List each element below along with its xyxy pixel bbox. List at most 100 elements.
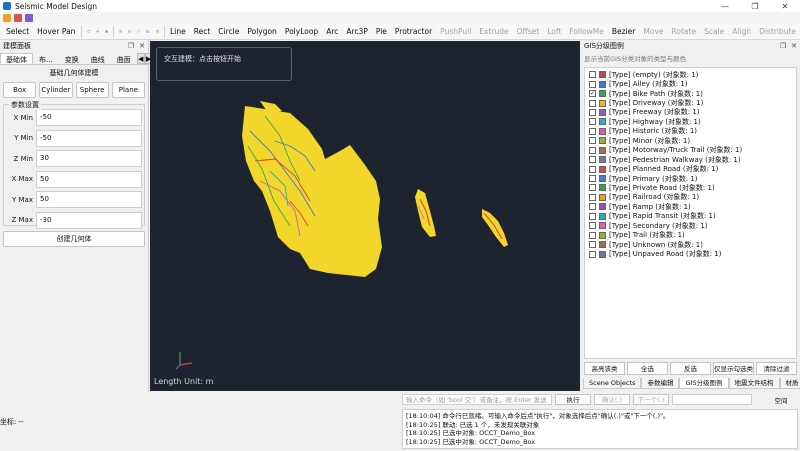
- legend-item[interactable]: [Type] Driveway (对象数: 1): [585, 98, 796, 107]
- plane-button[interactable]: Plane: [111, 82, 145, 98]
- confirm-button[interactable]: 确认(.): [594, 394, 630, 405]
- z-min-field[interactable]: 30: [36, 150, 142, 168]
- table-icon[interactable]: [128, 26, 131, 37]
- y-min-field[interactable]: -50: [36, 129, 142, 147]
- legend-checkbox[interactable]: [589, 175, 596, 183]
- legend-item[interactable]: [Type] Minor (对象数: 1): [585, 136, 796, 145]
- legend-checkbox[interactable]: [589, 193, 596, 201]
- box-icon[interactable]: [14, 14, 22, 22]
- legend-checkbox[interactable]: [589, 231, 596, 239]
- move-button[interactable]: Move: [639, 25, 667, 39]
- next-button[interactable]: 下一个(.): [633, 394, 669, 405]
- legend-item[interactable]: [Type] Railroad (对象数: 1): [585, 193, 796, 202]
- offset-button[interactable]: Offset: [513, 25, 544, 39]
- legend-item[interactable]: [Type] Rapid Transit (对象数: 1): [585, 212, 796, 221]
- clear-log-button[interactable]: 空间: [764, 395, 798, 405]
- select-all-button[interactable]: 全选: [627, 362, 668, 375]
- 3d-viewport[interactable]: 交互建模：点击按钮开始 Length Unit: m: [150, 41, 580, 391]
- gear-icon[interactable]: [96, 26, 99, 37]
- distribute-button[interactable]: Distribute: [755, 25, 800, 39]
- legend-item[interactable]: [Type] Unknown (对象数: 1): [585, 240, 796, 249]
- legend-checkbox[interactable]: [589, 222, 596, 230]
- rotate-icon[interactable]: [87, 26, 90, 37]
- legend-item[interactable]: [Type] Ramp (对象数: 1): [585, 202, 796, 211]
- legend-item[interactable]: [Type] Primary (对象数: 1): [585, 174, 796, 183]
- run-button[interactable]: 执行: [555, 394, 591, 405]
- float-panel-icon[interactable]: ❐: [780, 42, 786, 50]
- legend-checkbox[interactable]: [589, 127, 596, 135]
- select-tool-button[interactable]: Select: [2, 25, 33, 39]
- draw-tool-protractor[interactable]: Protractor: [391, 25, 436, 39]
- legend-item[interactable]: [Type] Planned Road (对象数: 1): [585, 164, 796, 173]
- show-checked-only-button[interactable]: 仅显示勾选类: [713, 362, 754, 375]
- invert-selection-button[interactable]: 反选: [670, 362, 711, 375]
- cube-icon[interactable]: [146, 26, 150, 37]
- float-panel-icon[interactable]: ❐: [128, 42, 134, 50]
- rotate-button[interactable]: Rotate: [668, 25, 701, 39]
- tab-boolean[interactable]: 布...: [33, 53, 59, 64]
- draw-tool-pie[interactable]: Pie: [372, 25, 391, 39]
- legend-item[interactable]: [Type] Freeway (对象数: 1): [585, 108, 796, 117]
- legend-checkbox[interactable]: [589, 99, 596, 107]
- folder-icon[interactable]: [3, 14, 11, 22]
- tab-transform[interactable]: 变换: [59, 53, 85, 64]
- legend-checkbox[interactable]: [589, 71, 596, 79]
- list-icon[interactable]: [155, 26, 159, 37]
- minimize-button[interactable]: —: [710, 2, 740, 11]
- z-max-field[interactable]: -30: [36, 211, 142, 229]
- draw-tool-arc[interactable]: Arc: [322, 25, 342, 39]
- tab-gis-legend[interactable]: GIS分级图例: [679, 378, 729, 389]
- draw-tool-circle[interactable]: Circle: [214, 25, 243, 39]
- legend-item[interactable]: [Type] Private Road (对象数: 1): [585, 183, 796, 192]
- legend-checkbox[interactable]: [589, 203, 596, 211]
- legend-checkbox[interactable]: [589, 250, 596, 258]
- legend-checkbox[interactable]: [589, 108, 596, 116]
- legend-item[interactable]: [Type] Trail (对象数: 1): [585, 230, 796, 239]
- create-geometry-button[interactable]: 创建几何体: [3, 231, 145, 247]
- hover-pan-button[interactable]: Hover Pan: [33, 25, 79, 39]
- box-button[interactable]: Box: [3, 82, 37, 98]
- command-input[interactable]: 输入命令（如 'bool 交'）或备注，按 Enter 发送: [402, 394, 552, 405]
- legend-checkbox[interactable]: [589, 118, 596, 126]
- draw-tool-polyloop[interactable]: PolyLoop: [281, 25, 322, 39]
- pushpull-button[interactable]: PushPull: [436, 25, 475, 39]
- x-min-field[interactable]: -50: [36, 109, 142, 127]
- sphere-button[interactable]: Sphere: [75, 82, 109, 98]
- followme-button[interactable]: FollowMe: [565, 25, 608, 39]
- tab-surface[interactable]: 曲面: [111, 53, 137, 64]
- highlight-class-button[interactable]: 高亮该类: [584, 362, 625, 375]
- cube-icon[interactable]: [25, 14, 33, 22]
- legend-checkbox[interactable]: [589, 212, 596, 220]
- legend-checkbox[interactable]: [589, 80, 596, 88]
- legend-checkbox[interactable]: [589, 165, 596, 173]
- legend-checkbox[interactable]: [589, 146, 596, 154]
- legend-item[interactable]: [Type] Pedestrian Walkway (对象数: 1): [585, 155, 796, 164]
- scale-button[interactable]: Scale: [700, 25, 728, 39]
- layers-icon[interactable]: [105, 26, 109, 37]
- align-button[interactable]: Align: [728, 25, 755, 39]
- document-icon[interactable]: [119, 26, 122, 37]
- tab-scroll-left-icon[interactable]: ◀: [136, 53, 145, 64]
- loft-button[interactable]: Loft: [543, 25, 565, 39]
- close-panel-icon[interactable]: ✕: [791, 42, 797, 50]
- legend-item[interactable]: [Type] Highway (对象数: 1): [585, 117, 796, 126]
- legend-checkbox[interactable]: [589, 241, 596, 249]
- close-panel-icon[interactable]: ✕: [139, 42, 145, 50]
- x-max-field[interactable]: 50: [36, 170, 142, 188]
- legend-item[interactable]: [Type] (empty) (对象数: 1): [585, 70, 796, 79]
- tab-material[interactable]: 材质: [779, 378, 800, 389]
- legend-checkbox[interactable]: [589, 184, 596, 192]
- tab-seismic-file-structure[interactable]: 地震文件结构: [728, 378, 780, 389]
- bezier-button[interactable]: Bezier: [608, 25, 639, 39]
- clear-filter-button[interactable]: 清除过滤: [756, 362, 797, 375]
- maximize-button[interactable]: ❐: [740, 2, 770, 11]
- tab-curve[interactable]: 曲线: [85, 53, 111, 64]
- draw-tool-line[interactable]: Line: [166, 25, 190, 39]
- legend-checkbox[interactable]: [589, 137, 596, 145]
- tab-param-edit[interactable]: 参数编辑: [641, 378, 680, 389]
- tab-basic-solids[interactable]: 基础体: [0, 53, 33, 64]
- legend-item[interactable]: [Type] Motorway/Truck Trail (对象数: 1): [585, 146, 796, 155]
- tab-scene-objects[interactable]: Scene Objects: [583, 378, 642, 389]
- legend-item[interactable]: ✓ [Type] Bike Path (对象数: 1): [585, 89, 796, 98]
- draw-tool-polygon[interactable]: Polygon: [243, 25, 280, 39]
